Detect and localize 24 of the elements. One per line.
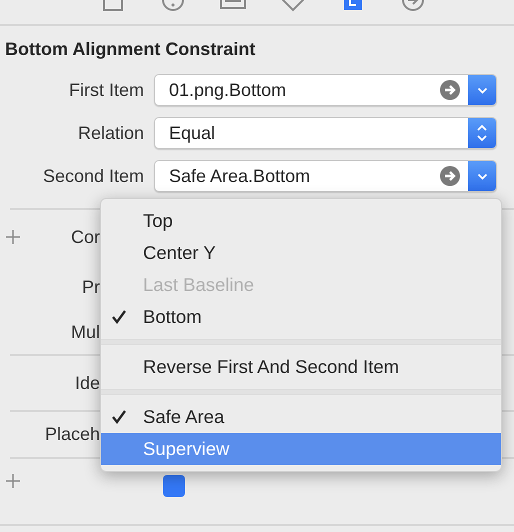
section-title: Bottom Alignment Constraint	[4, 38, 256, 61]
field-label: Second Item	[42, 164, 145, 188]
field-label: First Item	[68, 78, 145, 102]
pulldown-field[interactable]: 01.png.Bottom	[154, 74, 497, 106]
menu-item: Last Baseline	[142, 273, 256, 298]
field-label: Mul	[70, 320, 100, 344]
menu-item[interactable]: Bottom	[101, 301, 501, 333]
plus-icon[interactable]	[6, 474, 20, 488]
field-label: Pr	[82, 276, 100, 298]
field-label: Relation	[76, 122, 145, 144]
menu-item[interactable]: Safe Area	[101, 401, 501, 433]
chevron-down-icon	[476, 172, 488, 180]
field-label: Cor	[70, 226, 100, 248]
field-label: Ide	[74, 372, 100, 394]
pulldown-field[interactable]: Safe Area.Bottom	[154, 160, 497, 192]
field-label: Placeh	[44, 423, 100, 446]
menu-item[interactable]: Top	[101, 205, 501, 237]
up-down-chevron-icon	[475, 124, 489, 142]
popup-button[interactable]: Equal	[154, 117, 497, 149]
chevron-down-icon	[476, 86, 488, 94]
menu-item[interactable]: Reverse First And Second Item	[101, 351, 501, 383]
checkbox[interactable]	[163, 475, 185, 497]
menu-item[interactable]: Center Y	[101, 237, 501, 269]
plus-icon[interactable]	[6, 230, 20, 244]
